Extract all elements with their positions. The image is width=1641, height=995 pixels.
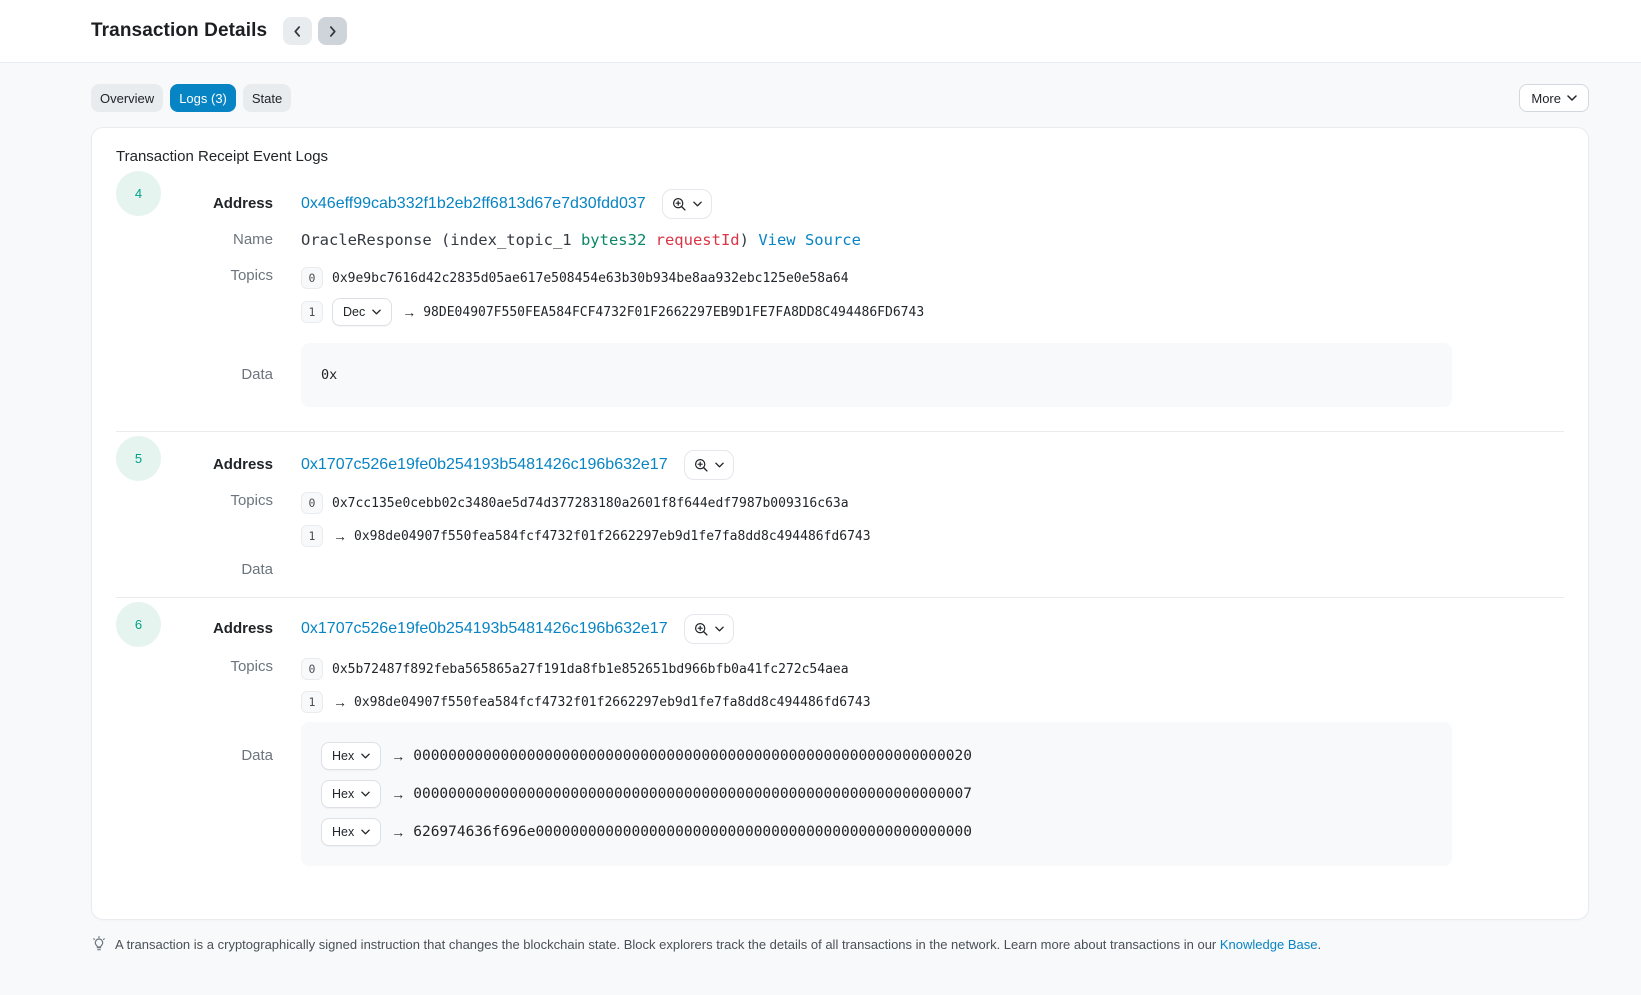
address-label: Address [164, 455, 273, 475]
log-data-box: Hex → 0000000000000000000000000000000000… [301, 722, 1452, 866]
topic-index-badge: 1 [301, 691, 323, 713]
arrow-right-icon: → [402, 304, 416, 320]
address-lookup-button[interactable] [684, 614, 734, 644]
chevron-right-icon [327, 26, 338, 37]
knowledge-base-link[interactable]: Knowledge Base [1220, 937, 1318, 952]
lightbulb-icon [91, 936, 107, 952]
topic-value: 0x98de04907f550fea584fcf4732f01f2662297e… [354, 529, 871, 544]
log-entry-4: 4 Address 0x46eff99cab332f1b2eb2ff6813d6… [116, 167, 1564, 407]
chevron-down-icon [361, 753, 370, 759]
tab-state[interactable]: State [243, 84, 291, 112]
event-param-type: bytes32 [581, 231, 646, 249]
data-word-value: 0000000000000000000000000000000000000000… [413, 748, 972, 764]
tab-overview[interactable]: Overview [91, 84, 163, 112]
topic-value: 98DE04907F550FEA584FCF4732F01F2662297EB9… [423, 305, 924, 320]
topic-value: 0x7cc135e0cebb02c3480ae5d74d377283180a26… [332, 496, 849, 511]
address-lookup-button[interactable] [684, 450, 734, 480]
data-word-value: 0000000000000000000000000000000000000000… [413, 786, 972, 802]
topic-value: 0x5b72487f892feba565865a27f191da8fb1e852… [332, 662, 849, 677]
footer-text: A transaction is a cryptographically sig… [115, 937, 1321, 952]
log-data-box: 0x [301, 343, 1452, 407]
topic-index-badge: 0 [301, 492, 323, 514]
page-body: Overview Logs (3) State More Transaction… [0, 63, 1641, 995]
previous-transaction-button[interactable] [283, 17, 312, 45]
log-index-badge: 6 [116, 602, 161, 647]
log-address-link[interactable]: 0x46eff99cab332f1b2eb2ff6813d67e7d30fdd0… [301, 195, 646, 213]
data-word-row: Hex → 0000000000000000000000000000000000… [321, 780, 1432, 808]
name-label: Name [164, 230, 273, 250]
data-word-row: Hex → 626974636f696e00000000000000000000… [321, 818, 1432, 846]
address-lookup-button[interactable] [662, 189, 712, 219]
chevron-down-icon [372, 309, 381, 315]
log-entry-5: 5 Address 0x1707c526e19fe0b254193b548142… [116, 432, 1564, 580]
topic-row: 1 → 0x98de04907f550fea584fcf4732f01f2662… [301, 690, 871, 714]
magnifier-plus-icon [694, 458, 709, 473]
page-header: Transaction Details [0, 0, 1641, 63]
chevron-down-icon [715, 626, 724, 632]
log-address-link[interactable]: 0x1707c526e19fe0b254193b5481426c196b632e… [301, 456, 668, 474]
event-param-name: requestId [656, 231, 740, 249]
next-transaction-button[interactable] [318, 17, 347, 45]
topic-row: 0 0x5b72487f892feba565865a27f191da8fb1e8… [301, 657, 871, 681]
topic-index-badge: 1 [301, 525, 323, 547]
data-label: Data [164, 560, 273, 580]
chevron-left-icon [292, 26, 303, 37]
tabs-row: Overview Logs (3) State More [91, 84, 1589, 112]
chevron-down-icon [361, 791, 370, 797]
arrow-right-icon: → [391, 748, 405, 764]
topic-row: 0 0x9e9bc7616d42c2835d05ae617e508454e63b… [301, 266, 924, 290]
topic-row: 1 Dec → 98DE04907F550FEA584FCF4732F01F26… [301, 298, 924, 326]
page-title: Transaction Details [91, 20, 267, 42]
data-word-row: Hex → 0000000000000000000000000000000000… [321, 742, 1432, 770]
topic-value: 0x9e9bc7616d42c2835d05ae617e508454e63b30… [332, 271, 849, 286]
chevron-down-icon [715, 462, 724, 468]
data-label: Data [164, 365, 273, 385]
arrow-right-icon: → [391, 786, 405, 802]
log-address-link[interactable]: 0x1707c526e19fe0b254193b5481426c196b632e… [301, 620, 668, 638]
log-entry-6: 6 Address 0x1707c526e19fe0b254193b548142… [116, 598, 1564, 866]
tab-group: Overview Logs (3) State [91, 84, 291, 112]
topics-label: Topics [164, 491, 273, 548]
log-index-badge: 4 [116, 171, 161, 216]
footer-note: A transaction is a cryptographically sig… [91, 936, 1589, 952]
magnifier-plus-icon [694, 622, 709, 637]
data-label: Data [164, 722, 273, 766]
event-logs-card: Transaction Receipt Event Logs 4 Address… [91, 127, 1589, 920]
address-label: Address [164, 619, 273, 639]
event-signature: OracleResponse (index_topic_1 bytes32 re… [301, 231, 861, 249]
log-index-badge: 5 [116, 436, 161, 481]
data-format-select[interactable]: Hex [321, 780, 381, 808]
more-label: More [1531, 91, 1561, 106]
arrow-right-icon: → [333, 694, 347, 710]
topics-label: Topics [164, 266, 273, 326]
address-label: Address [164, 194, 273, 214]
more-dropdown-button[interactable]: More [1519, 84, 1589, 112]
topic-index-badge: 0 [301, 267, 323, 289]
topics-label: Topics [164, 657, 273, 714]
chevron-down-icon [693, 201, 702, 207]
arrow-right-icon: → [333, 528, 347, 544]
tab-logs[interactable]: Logs (3) [170, 84, 236, 112]
magnifier-plus-icon [672, 197, 687, 212]
topic-value: 0x98de04907f550fea584fcf4732f01f2662297e… [354, 695, 871, 710]
arrow-right-icon: → [391, 824, 405, 840]
chevron-down-icon [1567, 95, 1577, 101]
data-word-value: 626974636f696e00000000000000000000000000… [413, 824, 972, 840]
topic-format-select[interactable]: Dec [332, 298, 392, 326]
topic-row: 1 → 0x98de04907f550fea584fcf4732f01f2662… [301, 524, 871, 548]
topic-row: 0 0x7cc135e0cebb02c3480ae5d74d377283180a… [301, 491, 871, 515]
card-title: Transaction Receipt Event Logs [116, 147, 1564, 167]
chevron-down-icon [361, 829, 370, 835]
tx-nav-buttons [283, 17, 347, 45]
data-format-select[interactable]: Hex [321, 742, 381, 770]
topic-index-badge: 0 [301, 658, 323, 680]
view-source-link[interactable]: View Source [758, 231, 861, 249]
data-format-select[interactable]: Hex [321, 818, 381, 846]
topic-index-badge: 1 [301, 301, 323, 323]
